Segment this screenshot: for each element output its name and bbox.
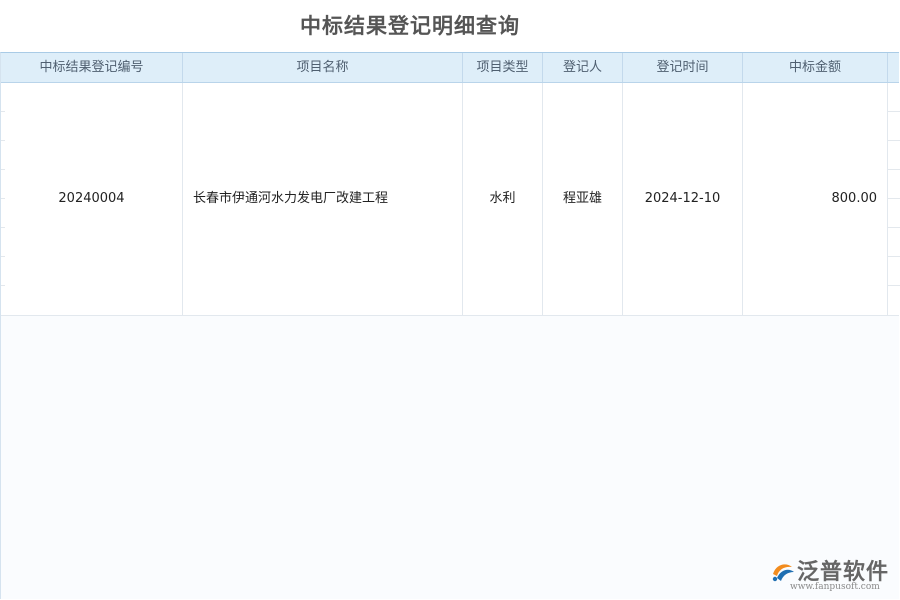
page-title: 中标结果登记明细查询 [0,10,820,40]
cell-amount: 800.00 [743,83,888,315]
column-header-registrant[interactable]: 登记人 [543,53,623,82]
table-row[interactable]: 20240004 长春市伊通河水力发电厂改建工程 水利 程亚雄 2024-12-… [1,83,899,316]
column-header-register-date[interactable]: 登记时间 [623,53,743,82]
row-divider-tick [888,285,900,286]
cell-project-type: 水利 [463,83,543,315]
column-header-code[interactable]: 中标结果登记编号 [1,53,183,82]
table-header: 中标结果登记编号 项目名称 项目类型 登记人 登记时间 中标金额 [1,53,899,83]
fanpu-logo-icon [770,558,796,584]
cell-register-date: 2024-12-10 [623,83,743,315]
row-divider-tick [888,169,900,170]
cell-code: 20240004 [1,83,183,315]
cell-project-name: 长春市伊通河水力发电厂改建工程 [183,83,463,315]
column-header-project-name[interactable]: 项目名称 [183,53,463,82]
row-divider-tick [1,285,5,286]
row-divider-tick [888,111,900,112]
brand-url: www.fanpusoft.com [790,582,880,592]
brand-logo: 泛普软件 www.fanpusoft.com [770,552,895,596]
row-divider-tick [1,169,5,170]
row-divider-tick [1,198,5,199]
row-divider-tick [888,198,900,199]
row-divider-tick [888,227,900,228]
column-header-project-type[interactable]: 项目类型 [463,53,543,82]
row-divider-tick [888,140,900,141]
row-divider-tick [1,256,5,257]
cell-registrant: 程亚雄 [543,83,623,315]
row-divider-tick [888,256,900,257]
row-divider-tick [1,111,5,112]
results-table: 中标结果登记编号 项目名称 项目类型 登记人 登记时间 中标金额 2024000… [0,52,899,599]
row-divider-tick [1,140,5,141]
row-divider-tick [1,227,5,228]
column-header-amount[interactable]: 中标金额 [743,53,888,82]
